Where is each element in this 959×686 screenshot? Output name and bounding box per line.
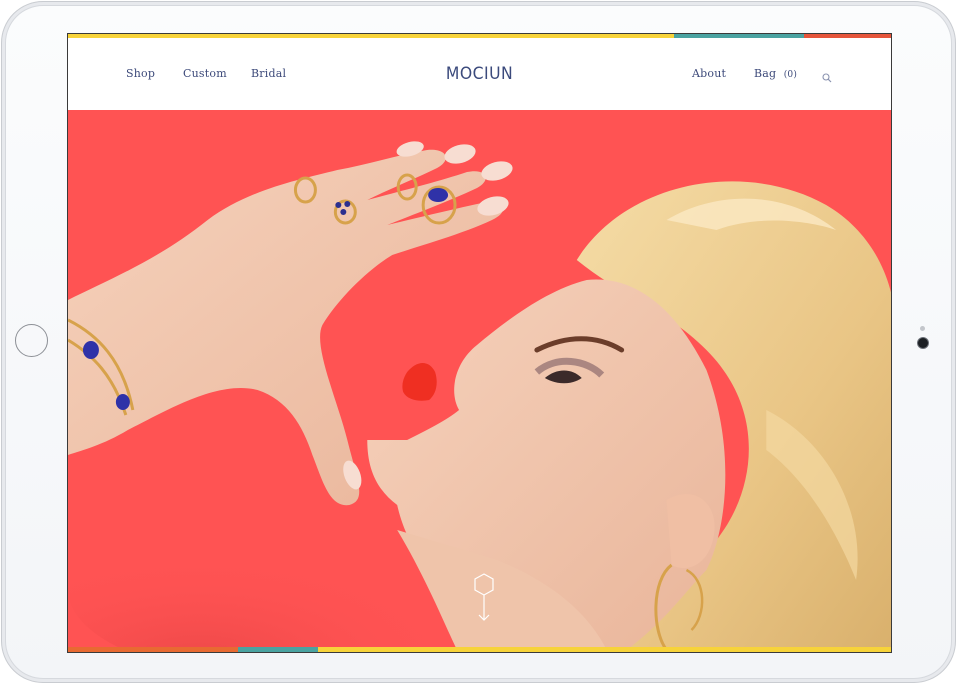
camera-icon	[918, 338, 928, 348]
site-logo[interactable]: MOCIUN	[446, 64, 513, 84]
stripe-yellow-bottom	[318, 647, 891, 652]
hexagon-arrow-down-icon[interactable]	[472, 572, 496, 624]
bag-count: (0)	[783, 70, 798, 80]
nav-about[interactable]: About	[692, 67, 726, 80]
search-icon[interactable]	[822, 73, 832, 83]
nav-bag[interactable]: Bag (0)	[754, 67, 797, 80]
site-header: Shop Custom Bridal MOCIUN About Bag (0)	[68, 38, 891, 110]
light-sensor	[920, 326, 925, 331]
nav-bridal[interactable]: Bridal	[251, 67, 286, 80]
stripe-teal-bottom	[238, 647, 318, 652]
hero-image	[68, 110, 891, 650]
bottom-color-stripe	[68, 647, 891, 652]
nav-custom[interactable]: Custom	[183, 67, 227, 80]
nav-shop[interactable]: Shop	[126, 67, 155, 80]
tablet-screen: Shop Custom Bridal MOCIUN About Bag (0)	[67, 33, 892, 653]
home-button-icon[interactable]	[15, 324, 48, 357]
stripe-orange	[68, 647, 238, 652]
bag-label: Bag	[754, 67, 777, 80]
